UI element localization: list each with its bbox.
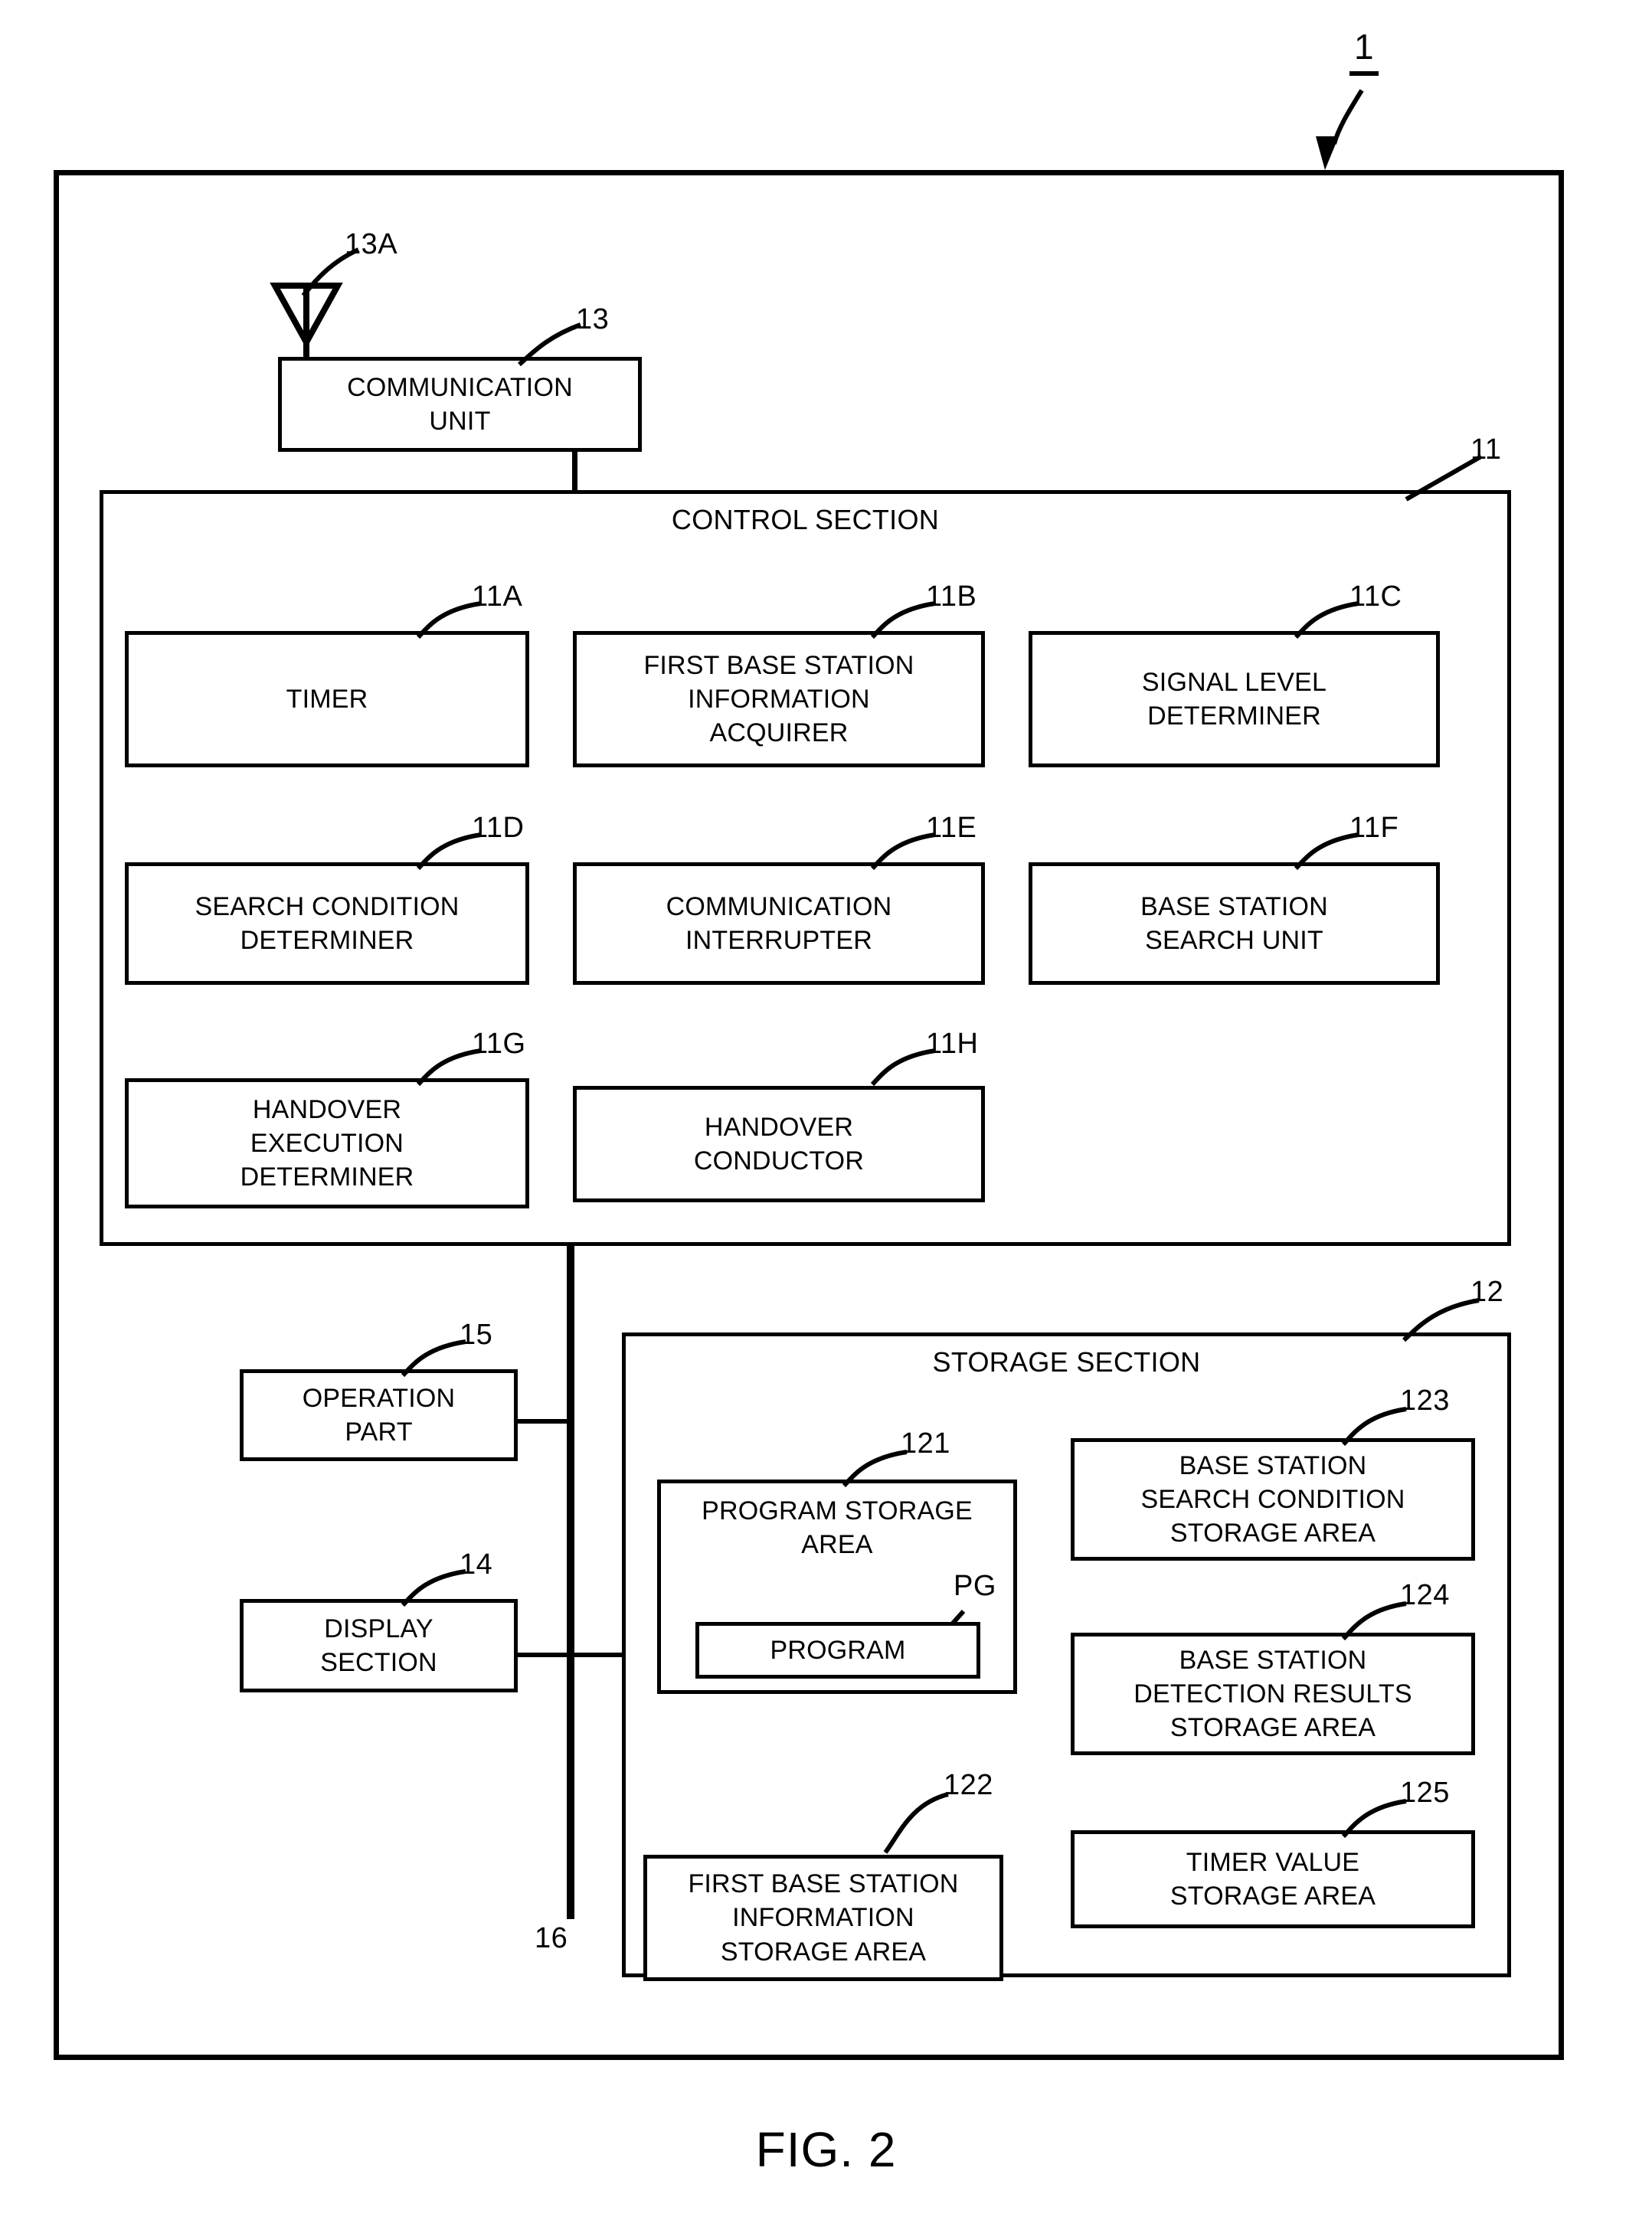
storage-block-124-ref-label: 124	[1400, 1579, 1450, 1611]
device-ref-underline	[1349, 71, 1379, 76]
display-section-ref-leader	[401, 1569, 466, 1607]
connector-bus-to-storage	[570, 1653, 625, 1657]
figure-caption: FIG. 2	[755, 2122, 897, 2177]
program-pg-ref-label: PG	[954, 1570, 996, 1602]
storage-block-122-label: FIRST BASE STATION INFORMATION STORAGE A…	[688, 1869, 959, 1967]
storage-block-124-ref-leader	[1341, 1601, 1407, 1641]
control-block-11A-ref-label: 11A	[472, 580, 523, 613]
storage-block-122-ref-label: 122	[944, 1769, 993, 1801]
control-block-11H-label: HANDOVER CONDUCTOR	[693, 1112, 865, 1175]
operation-part-ref-leader	[401, 1339, 466, 1378]
storage-section-title: STORAGE SECTION	[932, 1346, 1201, 1378]
storage-block-122[interactable]: FIRST BASE STATION INFORMATION STORAGE A…	[643, 1855, 1003, 1981]
system-bus-line	[567, 1242, 574, 1919]
control-block-11E-ref-label: 11E	[926, 812, 977, 844]
program-storage-area-ref-leader	[842, 1450, 908, 1488]
display-section-box[interactable]: DISPLAY SECTION	[240, 1599, 518, 1692]
storage-block-125-ref-label: 125	[1400, 1777, 1450, 1809]
system-bus-ref-label: 16	[535, 1922, 568, 1954]
connector-display-to-bus	[515, 1653, 571, 1657]
control-block-11G-label: HANDOVER EXECUTION DETERMINER	[240, 1094, 414, 1192]
control-block-11D-label: SEARCH CONDITION DETERMINER	[195, 891, 460, 955]
control-block-11F[interactable]: BASE STATION SEARCH UNIT	[1029, 862, 1440, 985]
program-box[interactable]: PROGRAM	[695, 1622, 980, 1679]
control-block-11H[interactable]: HANDOVER CONDUCTOR	[573, 1086, 985, 1202]
control-block-11C[interactable]: SIGNAL LEVEL DETERMINER	[1029, 631, 1440, 767]
control-block-11C-ref-label: 11C	[1349, 580, 1402, 613]
storage-block-124[interactable]: BASE STATION DETECTION RESULTS STORAGE A…	[1071, 1633, 1475, 1755]
communication-unit-box[interactable]: COMMUNICATION UNIT	[278, 357, 642, 452]
program-label: PROGRAM	[770, 1635, 906, 1665]
storage-block-123-label: BASE STATION SEARCH CONDITION STORAGE AR…	[1140, 1450, 1405, 1548]
communication-unit-ref-leader	[518, 322, 582, 367]
operation-part-ref-label: 15	[460, 1319, 493, 1351]
control-block-11D[interactable]: SEARCH CONDITION DETERMINER	[125, 862, 529, 985]
device-ref-label: 1	[1354, 27, 1375, 67]
control-block-11F-label: BASE STATION SEARCH UNIT	[1140, 891, 1328, 955]
program-storage-area-label: PROGRAM STORAGE AREA	[702, 1496, 973, 1560]
control-block-11A-label: TIMER	[286, 684, 368, 714]
connector-comm-to-control	[572, 450, 577, 492]
antenna-ref-label: 13A	[345, 228, 398, 260]
display-section-label: DISPLAY SECTION	[320, 1614, 437, 1677]
program-storage-area-ref-label: 121	[901, 1427, 950, 1460]
control-block-11A[interactable]: TIMER	[125, 631, 529, 767]
storage-block-125-ref-leader	[1341, 1799, 1407, 1839]
storage-block-122-ref-leader	[883, 1792, 949, 1854]
storage-block-124-label: BASE STATION DETECTION RESULTS STORAGE A…	[1134, 1645, 1412, 1743]
control-block-11B-label: FIRST BASE STATION INFORMATION ACQUIRER	[643, 650, 914, 748]
storage-block-123[interactable]: BASE STATION SEARCH CONDITION STORAGE AR…	[1071, 1438, 1475, 1561]
operation-part-box[interactable]: OPERATION PART	[240, 1369, 518, 1461]
storage-block-123-ref-label: 123	[1400, 1385, 1450, 1417]
control-block-11H-ref-label: 11H	[926, 1028, 979, 1060]
control-block-11G[interactable]: HANDOVER EXECUTION DETERMINER	[125, 1078, 529, 1208]
storage-block-125-label: TIMER VALUE STORAGE AREA	[1169, 1847, 1376, 1911]
control-block-11B[interactable]: FIRST BASE STATION INFORMATION ACQUIRER	[573, 631, 985, 767]
storage-block-123-ref-leader	[1341, 1407, 1407, 1447]
storage-block-125[interactable]: TIMER VALUE STORAGE AREA	[1071, 1830, 1475, 1928]
control-block-11E-label: COMMUNICATION INTERRUPTER	[666, 891, 892, 955]
control-block-11E[interactable]: COMMUNICATION INTERRUPTER	[573, 862, 985, 985]
control-section-title: CONTROL SECTION	[671, 504, 940, 535]
control-block-11B-ref-label: 11B	[926, 580, 977, 613]
communication-unit-label: COMMUNICATION UNIT	[347, 372, 573, 436]
communication-unit-ref-label: 13	[576, 303, 610, 335]
control-block-11D-ref-label: 11D	[472, 812, 525, 844]
control-block-11F-ref-label: 11F	[1349, 812, 1399, 844]
operation-part-label: OPERATION PART	[302, 1383, 456, 1447]
storage-section-ref-label: 12	[1470, 1276, 1504, 1308]
device-ref-leader-arrow	[1316, 89, 1364, 170]
connector-operation-to-bus	[515, 1419, 571, 1424]
control-block-11C-label: SIGNAL LEVEL DETERMINER	[1141, 667, 1327, 731]
display-section-ref-label: 14	[460, 1548, 493, 1581]
control-block-11G-ref-label: 11G	[472, 1028, 526, 1060]
control-section-ref-label: 11	[1470, 433, 1502, 466]
